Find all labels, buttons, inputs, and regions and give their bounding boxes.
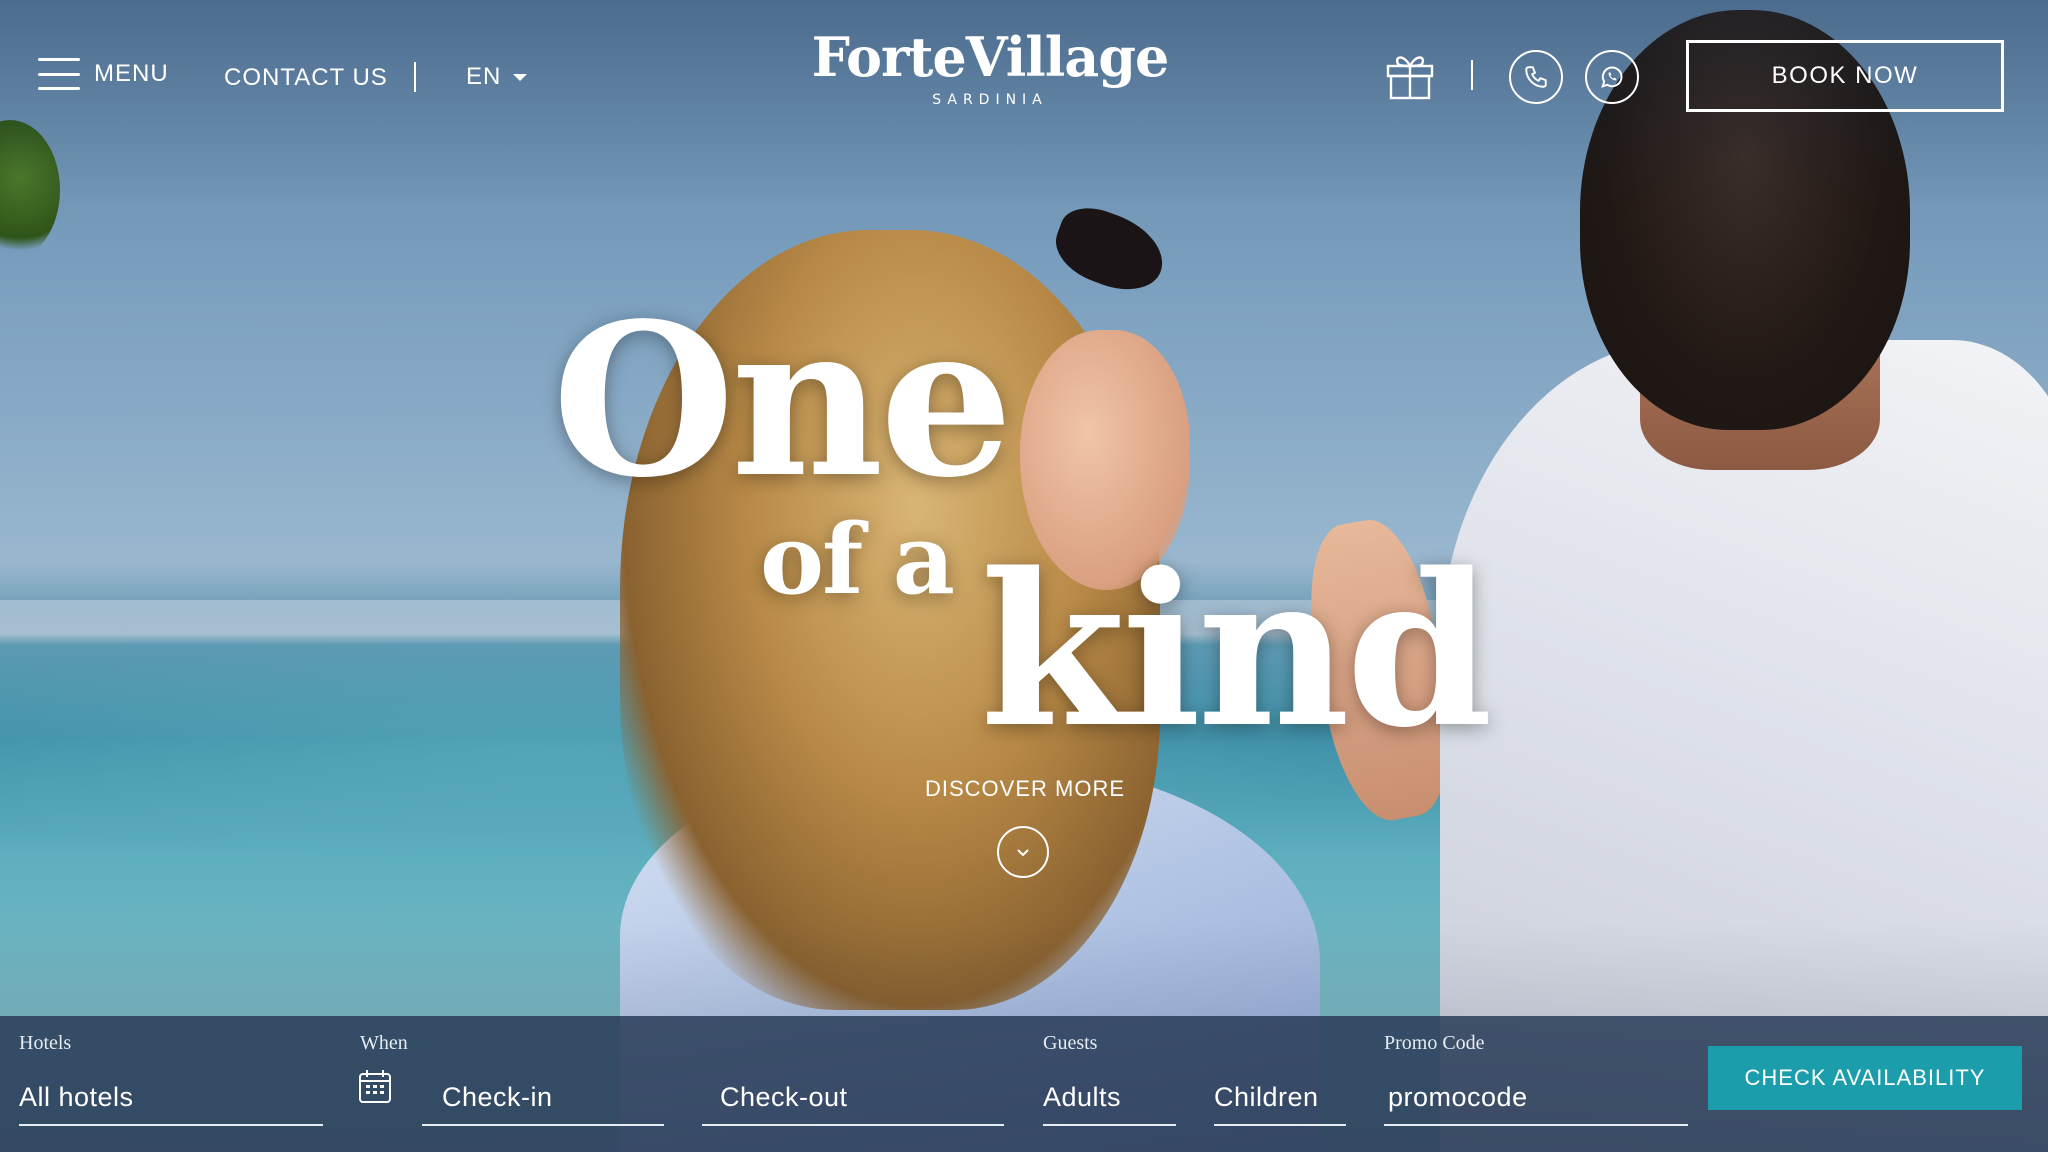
chevron-down-icon — [1017, 849, 1029, 857]
hero-headline-one: One — [552, 277, 1013, 524]
hotels-label: Hotels — [19, 1032, 72, 1054]
adults-field[interactable]: Adults — [1043, 1064, 1176, 1126]
nav-divider — [414, 62, 416, 92]
icon-divider — [1471, 60, 1473, 90]
hero-headline-of-a: of a — [760, 503, 955, 616]
phone-icon — [1525, 66, 1547, 88]
menu-label: MENU — [94, 60, 169, 87]
calendar-icon[interactable] — [358, 1068, 392, 1104]
logo-title: ForteVillage — [811, 25, 1170, 89]
hotels-select[interactable]: All hotels — [19, 1064, 323, 1126]
children-field[interactable]: Children — [1214, 1064, 1346, 1126]
promo-code-input[interactable]: promocode — [1384, 1064, 1688, 1126]
menu-icon — [38, 58, 80, 90]
check-out-field[interactable]: Check-out — [702, 1064, 1004, 1126]
when-label: When — [360, 1032, 408, 1054]
guests-label: Guests — [1043, 1032, 1098, 1054]
contact-us-link[interactable]: CONTACT US — [224, 64, 388, 92]
check-availability-button[interactable]: CHECK AVAILABILITY — [1708, 1046, 2022, 1110]
check-in-field[interactable]: Check-in — [422, 1064, 664, 1126]
language-selector[interactable]: EN — [466, 63, 528, 91]
logo-subtitle: SARDINIA — [932, 92, 1048, 108]
language-label: EN — [466, 63, 502, 90]
hero-headline-kind: kind — [980, 527, 1493, 774]
menu-button[interactable]: MENU — [38, 58, 169, 90]
phone-button[interactable] — [1509, 50, 1563, 104]
gift-icon[interactable] — [1384, 50, 1436, 102]
whatsapp-button[interactable] — [1585, 50, 1639, 104]
promo-code-label: Promo Code — [1384, 1032, 1485, 1054]
discover-more-link[interactable]: DISCOVER MORE — [900, 776, 1150, 802]
book-now-button[interactable]: BOOK NOW — [1686, 40, 2004, 112]
discover-more-button[interactable] — [997, 826, 1049, 878]
site-header: MENU CONTACT US EN ForteVillage SARDINIA… — [0, 0, 2048, 150]
caret-down-icon — [513, 73, 528, 81]
whatsapp-icon — [1601, 66, 1623, 88]
site-logo[interactable]: ForteVillage SARDINIA — [790, 30, 1190, 108]
